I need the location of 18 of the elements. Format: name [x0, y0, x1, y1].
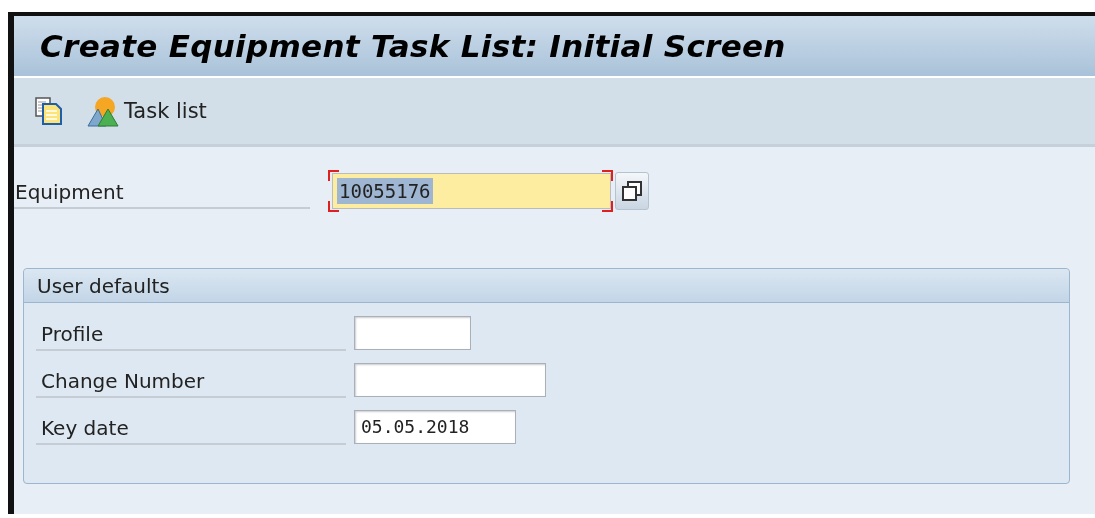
required-corner-mark: [328, 169, 339, 181]
group-title: User defaults: [24, 269, 1069, 303]
required-corner-mark: [328, 200, 339, 212]
required-corner-mark: [602, 200, 613, 212]
required-corner-mark: [602, 169, 613, 181]
mountain-sun-icon: [86, 95, 122, 127]
field-label: Profile: [36, 314, 346, 351]
input-field[interactable]: [354, 315, 471, 350]
input-field[interactable]: 10055176: [332, 172, 611, 209]
field-label: Key date: [36, 408, 346, 445]
value-help-button[interactable]: [615, 171, 649, 210]
task-list-button[interactable]: Task list: [86, 95, 207, 127]
field-label: Change Number: [36, 361, 346, 398]
field-label: Equipment: [14, 172, 310, 209]
input-field[interactable]: [354, 362, 546, 397]
window-title: Create Equipment Task List: Initial Screen: [40, 28, 786, 64]
input-field[interactable]: 05.05.2018: [354, 409, 516, 444]
copy-icon: [621, 179, 643, 202]
